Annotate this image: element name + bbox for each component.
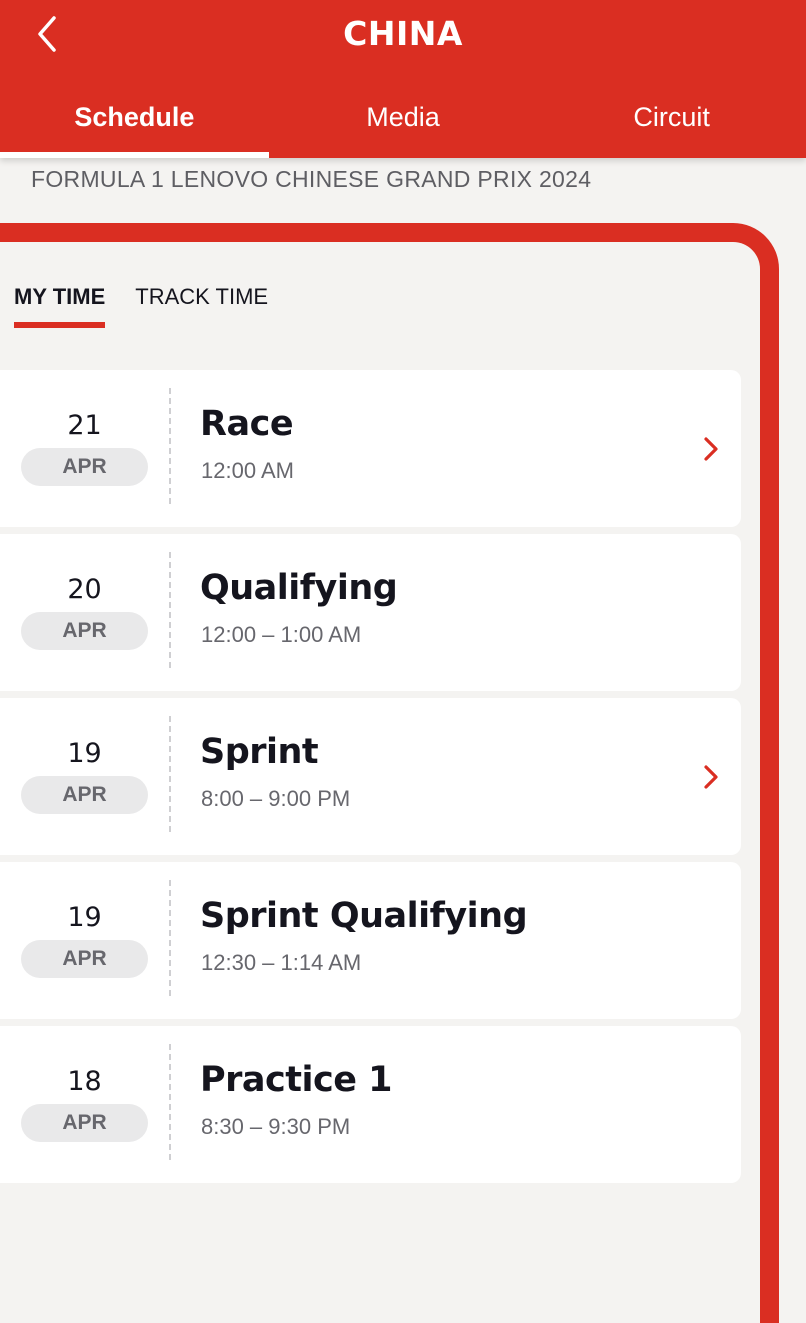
chevron-right-icon[interactable] [702,764,720,790]
session-time: 12:30 – 1:14 AM [201,950,362,975]
session-day: 18 [67,1066,102,1097]
session-row-qualifying[interactable]: 20 APR Qualifying 12:00 – 1:00 AM [0,534,741,691]
tab-schedule[interactable]: Schedule [0,96,269,158]
session-list: 21 APR Race 12:00 AM 20 APR Qualifying 1… [0,370,741,1190]
dashed-divider [169,716,171,832]
tab-bar: Schedule Media Circuit [0,96,806,158]
session-month-badge: APR [21,940,148,978]
session-name: Sprint [200,732,319,772]
time-toggle: MY TIME TRACK TIME [14,284,268,328]
session-row-sprint-qualifying[interactable]: 19 APR Sprint Qualifying 12:30 – 1:14 AM [0,862,741,1019]
dashed-divider [169,388,171,504]
event-title: FORMULA 1 LENOVO CHINESE GRAND PRIX 2024 [31,166,592,192]
session-name: Race [200,404,294,444]
app-header: CHINA Schedule Media Circuit [0,0,806,158]
my-time-tab[interactable]: MY TIME [14,284,106,328]
session-row-practice-1[interactable]: 18 APR Practice 1 8:30 – 9:30 PM [0,1026,741,1183]
session-time: 8:00 – 9:00 PM [201,786,351,811]
chevron-right-icon[interactable] [702,436,720,462]
session-month-badge: APR [21,612,148,650]
session-month-badge: APR [21,1104,148,1142]
session-time: 8:30 – 9:30 PM [201,1114,351,1139]
session-day: 21 [67,410,102,441]
dashed-divider [169,1044,171,1160]
session-row-sprint[interactable]: 19 APR Sprint 8:00 – 9:00 PM [0,698,741,855]
session-day: 19 [67,738,102,769]
session-day: 19 [67,902,102,933]
session-time: 12:00 AM [201,458,294,483]
session-day: 20 [67,574,102,605]
session-time: 12:00 – 1:00 AM [201,622,362,647]
session-name: Qualifying [200,568,398,608]
session-name: Sprint Qualifying [200,896,528,936]
track-time-tab[interactable]: TRACK TIME [135,284,268,324]
dashed-divider [169,880,171,996]
page-title: CHINA [343,14,463,53]
dashed-divider [169,552,171,668]
session-row-race[interactable]: 21 APR Race 12:00 AM [0,370,741,527]
session-month-badge: APR [21,776,148,814]
session-month-badge: APR [21,448,148,486]
session-name: Practice 1 [200,1060,393,1100]
tab-media[interactable]: Media [269,96,538,158]
tab-circuit[interactable]: Circuit [537,96,806,158]
